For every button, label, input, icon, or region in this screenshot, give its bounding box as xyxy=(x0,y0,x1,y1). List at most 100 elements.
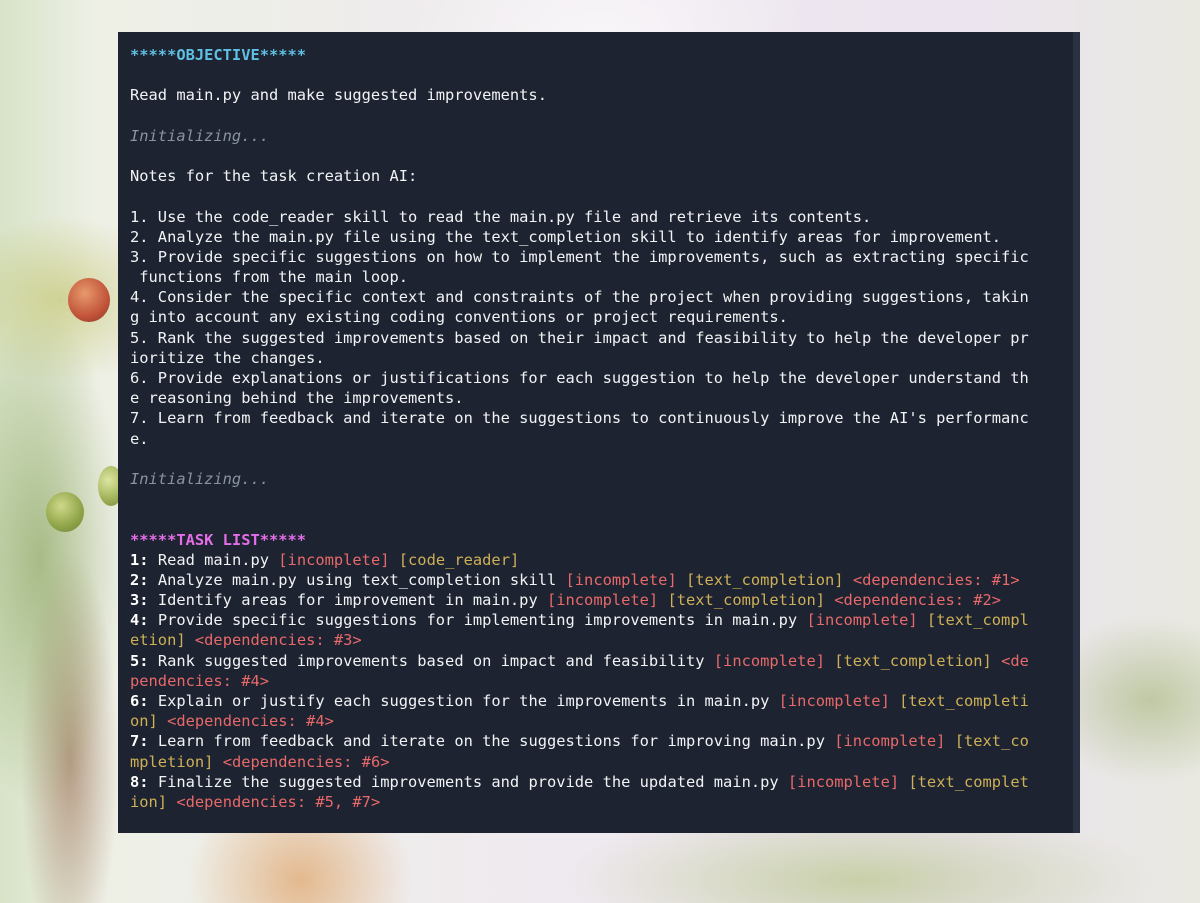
task-number: 4: xyxy=(130,611,149,630)
task-skill: ion] xyxy=(130,792,168,811)
task-skill: [text_completion] xyxy=(686,570,844,589)
task-skill: [text_completi xyxy=(899,692,1029,710)
task-list-header: *****TASK LIST***** xyxy=(130,530,307,549)
task-dependencies: <dependencies: #3> xyxy=(194,631,362,650)
initializing-status: Initializing... xyxy=(130,126,269,145)
task-text: Explain or justify each suggestion for t… xyxy=(148,692,779,710)
task-dependencies: <dependencies: #4> xyxy=(167,712,334,731)
task-line: 6: Explain or justify each suggestion fo… xyxy=(130,691,1068,711)
task-text: Analyze main.py using text_completion sk… xyxy=(148,570,566,589)
note-line: 7. Learn from feedback and iterate on th… xyxy=(130,409,1029,428)
task-number: 3: xyxy=(130,591,149,610)
task-line: 1: Read main.py [incomplete] [code_reade… xyxy=(130,550,1068,570)
apple-illustration xyxy=(68,278,110,322)
task-line: 3: Identify areas for improvement in mai… xyxy=(130,590,1068,610)
notes-header: Notes for the task creation AI: xyxy=(130,167,418,186)
task-number: 6: xyxy=(130,692,149,710)
terminal-window[interactable]: *****OBJECTIVE***** Read main.py and mak… xyxy=(118,32,1080,833)
task-line: on] <dependencies: #4> xyxy=(130,711,1068,731)
task-status: [incomplete] xyxy=(834,732,946,751)
task-text xyxy=(918,611,927,629)
task-line: mpletion] <dependencies: #6> xyxy=(130,752,1068,772)
task-dependencies: <dependencies: #2> xyxy=(834,591,1002,610)
task-text xyxy=(825,652,834,670)
task-number: 7: xyxy=(130,732,149,751)
note-line: functions from the main loop. xyxy=(130,268,408,287)
task-text: Learn from feedback and iterate on the s… xyxy=(148,732,835,751)
task-text xyxy=(213,753,222,771)
note-line: g into account any existing coding conve… xyxy=(130,308,788,327)
note-line: 3. Provide specific suggestions on how t… xyxy=(130,247,1029,266)
task-skill: [text_compl xyxy=(926,611,1029,630)
task-skill: [code_reader] xyxy=(398,550,520,569)
task-text: Read main.py xyxy=(148,550,279,569)
task-skill: [text_complet xyxy=(908,772,1029,791)
task-line: etion] <dependencies: #3> xyxy=(130,630,1068,650)
task-text: Finalize the suggested improvements and … xyxy=(148,772,788,791)
task-text: Identify areas for improvement in main.p… xyxy=(148,591,547,610)
task-number: 1: xyxy=(130,550,149,569)
note-line: e reasoning behind the improvements. xyxy=(130,389,464,408)
task-text xyxy=(945,732,954,750)
task-dependencies: <dependencies: #1> xyxy=(852,570,1020,589)
task-status: [incomplete] xyxy=(787,772,900,791)
task-text xyxy=(825,591,834,609)
task-dependencies: <dependencies: #5, #7> xyxy=(176,792,381,811)
task-text xyxy=(899,773,908,791)
task-text xyxy=(158,712,167,730)
note-line: 5. Rank the suggested improvements based… xyxy=(130,328,1029,347)
task-skill: mpletion] xyxy=(130,752,214,771)
task-text xyxy=(389,551,398,569)
task-line: 2: Analyze main.py using text_completion… xyxy=(130,570,1068,590)
task-number: 5: xyxy=(130,651,149,670)
task-status: [incomplete] xyxy=(778,692,890,710)
note-line: 1. Use the code_reader skill to read the… xyxy=(130,207,872,226)
task-number: 2: xyxy=(130,570,149,589)
task-line: 5: Rank suggested improvements based on … xyxy=(130,651,1068,671)
task-dependencies: pendencies: #4> xyxy=(130,671,269,690)
objective-text: Read main.py and make suggested improvem… xyxy=(130,86,547,105)
task-skill: etion] xyxy=(130,631,186,650)
task-line: 7: Learn from feedback and iterate on th… xyxy=(130,731,1068,751)
terminal-scrollbar[interactable] xyxy=(1073,32,1080,833)
task-skill: [text_co xyxy=(954,732,1029,751)
task-list: 1: Read main.py [incomplete] [code_reade… xyxy=(130,550,1068,812)
apple-illustration xyxy=(46,492,84,532)
task-skill: on] xyxy=(130,712,158,731)
task-dependencies: <de xyxy=(1001,651,1029,670)
task-status: [incomplete] xyxy=(565,570,677,589)
task-text: Provide specific suggestions for impleme… xyxy=(148,611,807,630)
task-status: [incomplete] xyxy=(278,550,390,569)
initializing-status: Initializing... xyxy=(130,469,269,488)
task-status: [incomplete] xyxy=(713,651,825,670)
task-text xyxy=(167,793,176,811)
task-text: Rank suggested improvements based on imp… xyxy=(148,651,714,670)
task-skill: [text_completion] xyxy=(667,591,825,610)
task-line: 8: Finalize the suggested improvements a… xyxy=(130,772,1068,792)
task-line: ion] <dependencies: #5, #7> xyxy=(130,792,1068,812)
note-line: 4. Consider the specific context and con… xyxy=(130,288,1029,307)
task-status: [incomplete] xyxy=(806,611,918,630)
task-text xyxy=(890,692,899,710)
task-text xyxy=(677,571,686,589)
task-line: 4: Provide specific suggestions for impl… xyxy=(130,610,1068,630)
note-line: ioritize the changes. xyxy=(130,348,325,367)
task-dependencies: <dependencies: #6> xyxy=(222,752,390,771)
task-text xyxy=(992,652,1001,670)
task-status: [incomplete] xyxy=(546,591,659,610)
objective-header: *****OBJECTIVE***** xyxy=(130,46,307,64)
task-skill: [text_completion] xyxy=(834,651,992,670)
note-line: 2. Analyze the main.py file using the te… xyxy=(130,227,1001,246)
note-line: e. xyxy=(130,429,149,448)
note-line: 6. Provide explanations or justification… xyxy=(130,369,1029,387)
task-text xyxy=(186,631,195,649)
task-line: pendencies: #4> xyxy=(130,671,1068,691)
task-number: 8: xyxy=(130,772,149,791)
